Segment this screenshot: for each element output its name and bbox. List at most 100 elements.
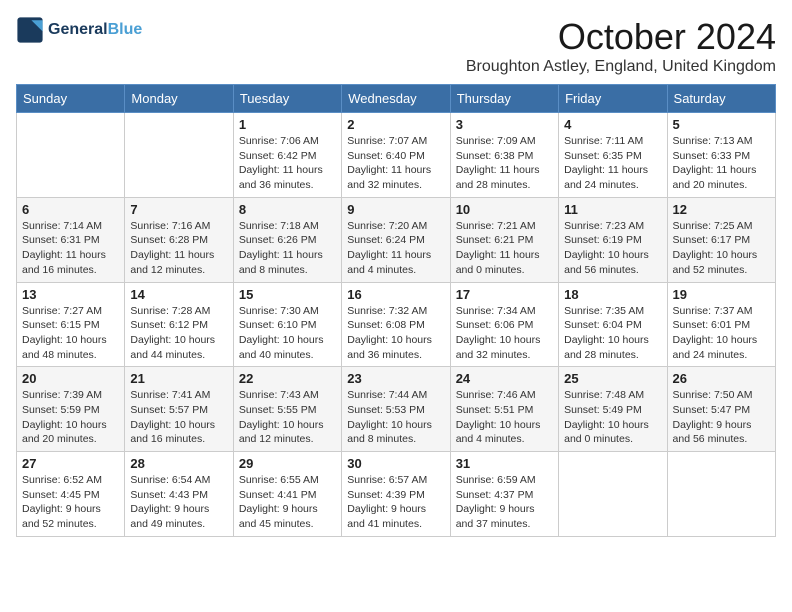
day-number: 31: [456, 456, 553, 471]
title-block: October 2024 Broughton Astley, England, …: [466, 16, 776, 76]
cell-w4-d5: 24 Sunrise: 7:46 AM Sunset: 5:51 PM Dayli…: [450, 367, 558, 452]
week-row-1: 1 Sunrise: 7:06 AM Sunset: 6:42 PM Daylig…: [17, 113, 776, 198]
cell-w2-d1: 6Sunrise: 7:14 AM Sunset: 6:31 PM Daylig…: [17, 197, 125, 282]
day-info: Sunrise: 7:09 AM Sunset: 6:38 PM Dayligh…: [456, 134, 553, 193]
cell-w3-d1: 13Sunrise: 7:27 AM Sunset: 6:15 PM Dayli…: [17, 282, 125, 367]
cell-w5-d3: 29 Sunrise: 6:55 AM Sunset: 4:41 PM Dayli…: [233, 452, 341, 537]
cell-w5-d6: [559, 452, 667, 537]
header-thursday: Thursday: [450, 85, 558, 113]
day-info: Sunrise: 7:28 AM Sunset: 6:12 PM Dayligh…: [130, 304, 227, 363]
cell-w3-d5: 17 Sunrise: 7:34 AM Sunset: 6:06 PM Dayli…: [450, 282, 558, 367]
cell-w1-d3: 1 Sunrise: 7:06 AM Sunset: 6:42 PM Daylig…: [233, 113, 341, 198]
day-info: Sunrise: 6:52 AM Sunset: 4:45 PM Dayligh…: [22, 473, 119, 532]
month-title: October 2024: [466, 16, 776, 58]
cell-w2-d3: 8 Sunrise: 7:18 AM Sunset: 6:26 PM Daylig…: [233, 197, 341, 282]
cell-w3-d2: 14 Sunrise: 7:28 AM Sunset: 6:12 PM Dayli…: [125, 282, 233, 367]
cell-w1-d1: [17, 113, 125, 198]
header-tuesday: Tuesday: [233, 85, 341, 113]
day-info: Sunrise: 6:54 AM Sunset: 4:43 PM Dayligh…: [130, 473, 227, 532]
day-info: Sunrise: 7:50 AM Sunset: 5:47 PM Dayligh…: [673, 388, 770, 447]
cell-w5-d4: 30Sunrise: 6:57 AM Sunset: 4:39 PM Dayli…: [342, 452, 450, 537]
day-info: Sunrise: 7:18 AM Sunset: 6:26 PM Dayligh…: [239, 219, 336, 278]
day-info: Sunrise: 7:11 AM Sunset: 6:35 PM Dayligh…: [564, 134, 661, 193]
day-number: 24: [456, 371, 553, 386]
day-number: 18: [564, 287, 661, 302]
day-info: Sunrise: 7:48 AM Sunset: 5:49 PM Dayligh…: [564, 388, 661, 447]
day-number: 14: [130, 287, 227, 302]
day-number: 16: [347, 287, 444, 302]
day-number: 17: [456, 287, 553, 302]
location: Broughton Astley, England, United Kingdo…: [466, 58, 776, 76]
day-number: 5: [673, 117, 770, 132]
day-number: 9: [347, 202, 444, 217]
header-sunday: Sunday: [17, 85, 125, 113]
cell-w3-d4: 16 Sunrise: 7:32 AM Sunset: 6:08 PM Dayli…: [342, 282, 450, 367]
day-info: Sunrise: 7:25 AM Sunset: 6:17 PM Dayligh…: [673, 219, 770, 278]
week-row-2: 6Sunrise: 7:14 AM Sunset: 6:31 PM Daylig…: [17, 197, 776, 282]
logo: GeneralBlue: [16, 16, 142, 44]
day-number: 2: [347, 117, 444, 132]
cell-w3-d7: 19Sunrise: 7:37 AM Sunset: 6:01 PM Dayli…: [667, 282, 775, 367]
day-number: 19: [673, 287, 770, 302]
day-info: Sunrise: 7:39 AM Sunset: 5:59 PM Dayligh…: [22, 388, 119, 447]
cell-w3-d3: 15 Sunrise: 7:30 AM Sunset: 6:10 PM Dayli…: [233, 282, 341, 367]
cell-w5-d2: 28 Sunrise: 6:54 AM Sunset: 4:43 PM Dayli…: [125, 452, 233, 537]
day-number: 8: [239, 202, 336, 217]
day-info: Sunrise: 7:21 AM Sunset: 6:21 PM Dayligh…: [456, 219, 553, 278]
day-info: Sunrise: 7:32 AM Sunset: 6:08 PM Dayligh…: [347, 304, 444, 363]
day-number: 3: [456, 117, 553, 132]
day-number: 30: [347, 456, 444, 471]
cell-w4-d6: 25 Sunrise: 7:48 AM Sunset: 5:49 PM Dayli…: [559, 367, 667, 452]
day-info: Sunrise: 7:46 AM Sunset: 5:51 PM Dayligh…: [456, 388, 553, 447]
day-number: 1: [239, 117, 336, 132]
cell-w1-d5: 3 Sunrise: 7:09 AM Sunset: 6:38 PM Daylig…: [450, 113, 558, 198]
header-wednesday: Wednesday: [342, 85, 450, 113]
day-number: 26: [673, 371, 770, 386]
logo-text: GeneralBlue: [48, 21, 142, 39]
day-info: Sunrise: 6:55 AM Sunset: 4:41 PM Dayligh…: [239, 473, 336, 532]
cell-w5-d1: 27 Sunrise: 6:52 AM Sunset: 4:45 PM Dayli…: [17, 452, 125, 537]
day-info: Sunrise: 7:13 AM Sunset: 6:33 PM Dayligh…: [673, 134, 770, 193]
cell-w4-d3: 22Sunrise: 7:43 AM Sunset: 5:55 PM Dayli…: [233, 367, 341, 452]
day-info: Sunrise: 7:06 AM Sunset: 6:42 PM Dayligh…: [239, 134, 336, 193]
week-row-5: 27 Sunrise: 6:52 AM Sunset: 4:45 PM Dayli…: [17, 452, 776, 537]
cell-w4-d7: 26 Sunrise: 7:50 AM Sunset: 5:47 PM Dayli…: [667, 367, 775, 452]
cell-w2-d2: 7 Sunrise: 7:16 AM Sunset: 6:28 PM Daylig…: [125, 197, 233, 282]
day-number: 4: [564, 117, 661, 132]
page-header: GeneralBlue October 2024 Broughton Astle…: [16, 16, 776, 76]
day-number: 20: [22, 371, 119, 386]
day-number: 15: [239, 287, 336, 302]
day-info: Sunrise: 7:07 AM Sunset: 6:40 PM Dayligh…: [347, 134, 444, 193]
day-number: 25: [564, 371, 661, 386]
day-number: 7: [130, 202, 227, 217]
cell-w4-d2: 21 Sunrise: 7:41 AM Sunset: 5:57 PM Dayli…: [125, 367, 233, 452]
cell-w2-d4: 9Sunrise: 7:20 AM Sunset: 6:24 PM Daylig…: [342, 197, 450, 282]
week-row-4: 20 Sunrise: 7:39 AM Sunset: 5:59 PM Dayli…: [17, 367, 776, 452]
cell-w1-d6: 4 Sunrise: 7:11 AM Sunset: 6:35 PM Daylig…: [559, 113, 667, 198]
header-row: SundayMondayTuesdayWednesdayThursdayFrid…: [17, 85, 776, 113]
logo-icon: [16, 16, 44, 44]
day-info: Sunrise: 7:41 AM Sunset: 5:57 PM Dayligh…: [130, 388, 227, 447]
day-number: 23: [347, 371, 444, 386]
day-number: 22: [239, 371, 336, 386]
header-friday: Friday: [559, 85, 667, 113]
cell-w5-d7: [667, 452, 775, 537]
day-number: 28: [130, 456, 227, 471]
calendar-table: SundayMondayTuesdayWednesdayThursdayFrid…: [16, 84, 776, 537]
cell-w4-d1: 20 Sunrise: 7:39 AM Sunset: 5:59 PM Dayli…: [17, 367, 125, 452]
cell-w5-d5: 31 Sunrise: 6:59 AM Sunset: 4:37 PM Dayli…: [450, 452, 558, 537]
cell-w4-d4: 23Sunrise: 7:44 AM Sunset: 5:53 PM Dayli…: [342, 367, 450, 452]
day-info: Sunrise: 7:14 AM Sunset: 6:31 PM Dayligh…: [22, 219, 119, 278]
cell-w1-d2: [125, 113, 233, 198]
day-info: Sunrise: 7:35 AM Sunset: 6:04 PM Dayligh…: [564, 304, 661, 363]
day-number: 12: [673, 202, 770, 217]
day-info: Sunrise: 7:27 AM Sunset: 6:15 PM Dayligh…: [22, 304, 119, 363]
day-number: 21: [130, 371, 227, 386]
day-info: Sunrise: 6:59 AM Sunset: 4:37 PM Dayligh…: [456, 473, 553, 532]
day-info: Sunrise: 7:34 AM Sunset: 6:06 PM Dayligh…: [456, 304, 553, 363]
day-number: 29: [239, 456, 336, 471]
day-info: Sunrise: 7:16 AM Sunset: 6:28 PM Dayligh…: [130, 219, 227, 278]
day-number: 27: [22, 456, 119, 471]
day-info: Sunrise: 7:30 AM Sunset: 6:10 PM Dayligh…: [239, 304, 336, 363]
cell-w1-d4: 2 Sunrise: 7:07 AM Sunset: 6:40 PM Daylig…: [342, 113, 450, 198]
